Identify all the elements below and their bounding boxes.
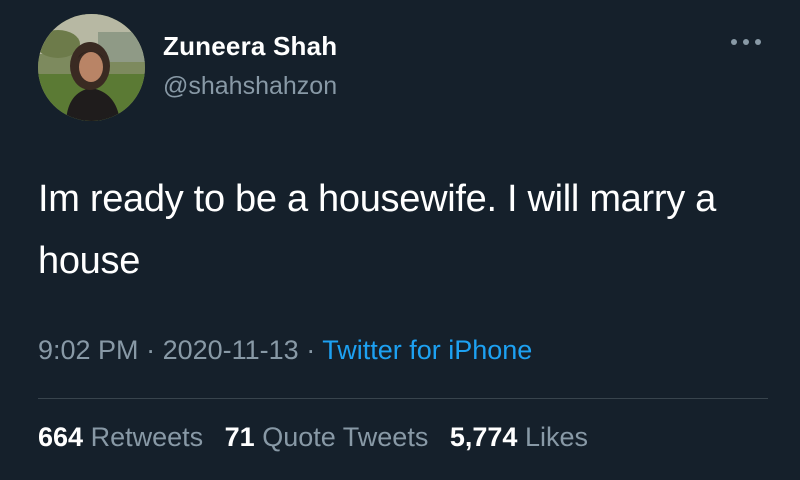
likes-stat[interactable]: 5,774 Likes: [450, 422, 588, 452]
tweet-meta: 9:02 PM · 2020-11-13 · Twitter for iPhon…: [38, 335, 532, 366]
user-handle[interactable]: @shahshahzon: [163, 72, 337, 101]
more-options-button[interactable]: [729, 34, 763, 50]
retweets-count: 664: [38, 422, 84, 452]
likes-label: Likes: [524, 422, 588, 452]
retweets-stat[interactable]: 664 Retweets: [38, 422, 211, 452]
tweet-date[interactable]: 2020-11-13: [163, 335, 299, 365]
more-horizontal-icon: [731, 39, 761, 45]
quote-tweets-label: Quote Tweets: [262, 422, 429, 452]
retweets-label: Retweets: [90, 422, 204, 452]
tweet-time[interactable]: 9:02 PM: [38, 335, 139, 365]
avatar-image: [38, 14, 145, 121]
meta-separator: ·: [146, 335, 156, 365]
display-name[interactable]: Zuneera Shah: [163, 31, 337, 62]
likes-count: 5,774: [449, 422, 518, 452]
tweet-text: Im ready to be a housewife. I will marry…: [38, 178, 717, 282]
tweet-card: Zuneera Shah @shahshahzon Im ready to be…: [0, 0, 800, 480]
meta-separator: ·: [306, 335, 316, 365]
quote-tweets-count: 71: [224, 422, 255, 452]
divider: [38, 398, 768, 399]
tweet-source-link[interactable]: Twitter for iPhone: [322, 335, 532, 365]
quote-tweets-stat[interactable]: 71 Quote Tweets: [225, 422, 436, 452]
avatar[interactable]: [38, 14, 145, 121]
tweet-stats: 664 Retweets 71 Quote Tweets 5,774 Likes: [38, 422, 602, 453]
